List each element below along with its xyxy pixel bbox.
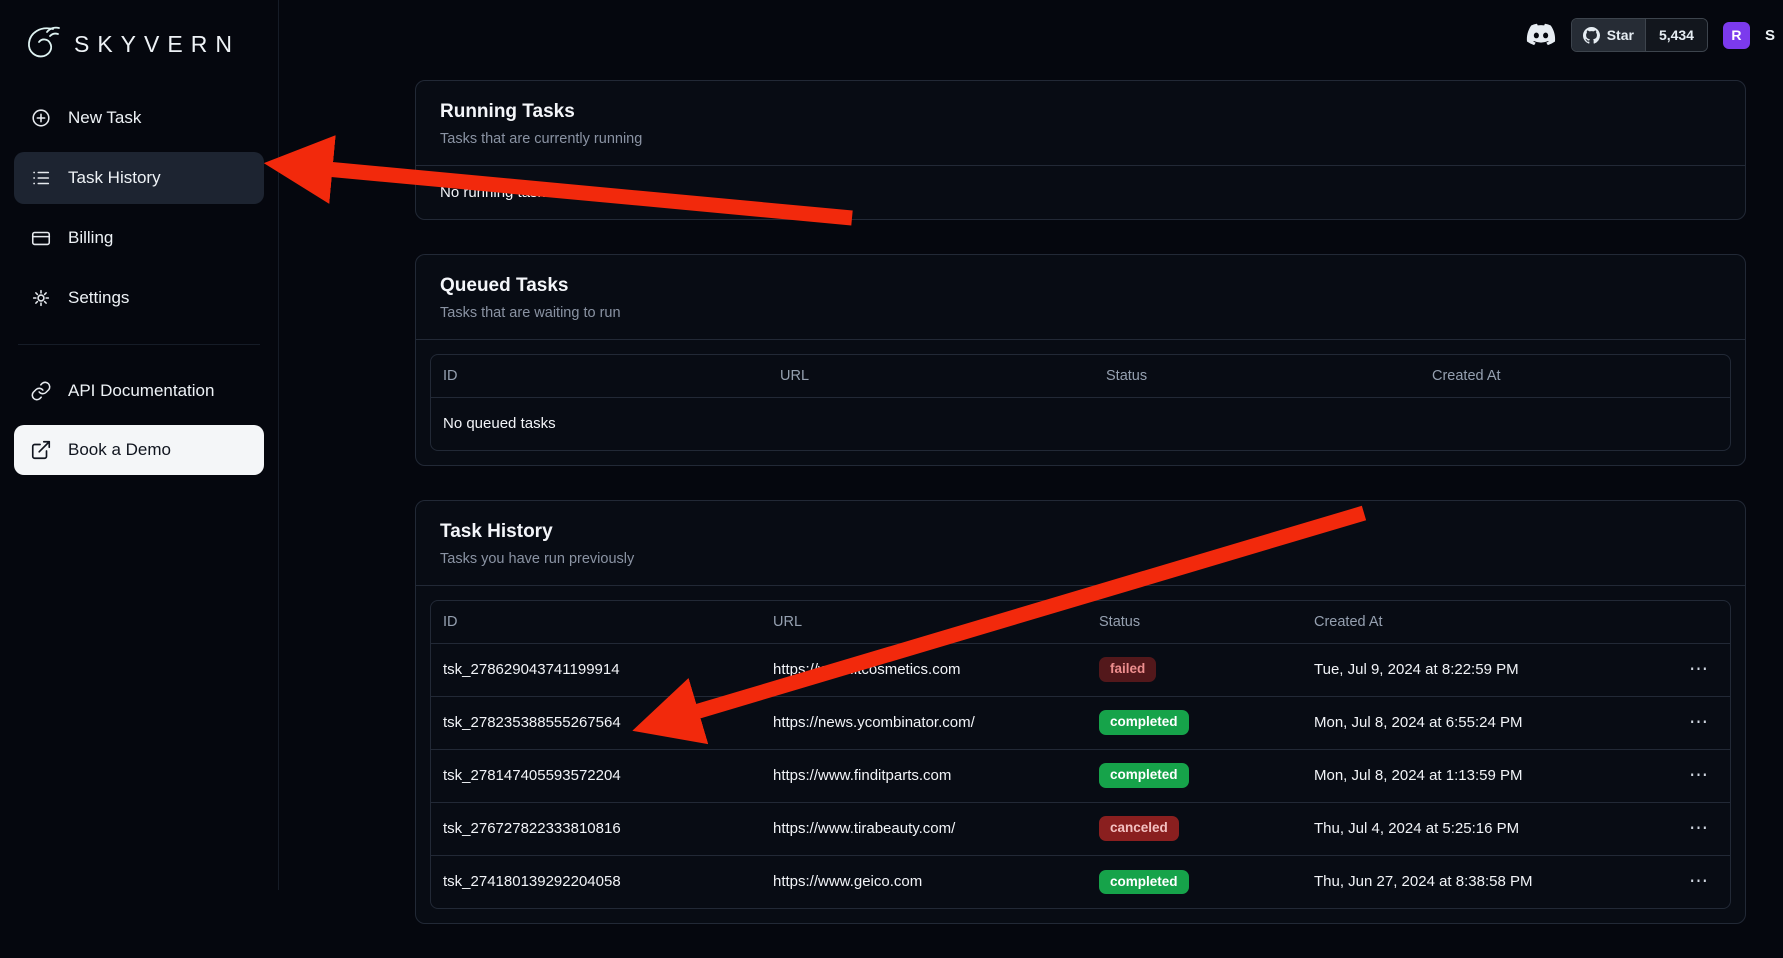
task-id: tsk_274180139292204058	[431, 855, 761, 908]
queued-tasks-header: Queued Tasks Tasks that are waiting to r…	[416, 255, 1745, 340]
sidebar-item-billing[interactable]: Billing	[14, 212, 264, 264]
section-title: Running Tasks	[440, 101, 1721, 123]
credit-card-icon	[30, 227, 52, 249]
column-header-status: Status	[1087, 601, 1302, 643]
task-url: https://www.tirabeauty.com/	[761, 802, 1087, 855]
logo[interactable]: SKYVERN	[14, 16, 264, 92]
task-url: https://news.ycombinator.com/	[761, 696, 1087, 749]
task-created-at: Tue, Jul 9, 2024 at 8:22:59 PM	[1302, 643, 1664, 696]
sidebar-divider	[18, 344, 260, 345]
table-row[interactable]: tsk_278629043741199914 https://www.itcos…	[431, 643, 1730, 696]
list-icon	[30, 167, 52, 189]
running-tasks-card: Running Tasks Tasks that are currently r…	[415, 80, 1746, 220]
status-badge: canceled	[1099, 816, 1179, 840]
discord-icon[interactable]	[1526, 23, 1556, 47]
section-title: Task History	[440, 521, 1721, 543]
row-actions-button[interactable]: ⋯	[1681, 815, 1718, 842]
column-header-actions	[1664, 601, 1730, 643]
running-tasks-empty-state: No running tasks	[416, 165, 1745, 219]
logo-text: SKYVERN	[74, 31, 240, 58]
empty-row: No queued tasks	[431, 397, 1730, 450]
column-header-status: Status	[1094, 355, 1420, 397]
task-url: https://www.geico.com	[761, 855, 1087, 908]
row-actions-button[interactable]: ⋯	[1681, 762, 1718, 789]
task-id: tsk_278629043741199914	[431, 643, 761, 696]
book-a-demo-label: Book a Demo	[68, 440, 171, 460]
task-created-at: Thu, Jul 4, 2024 at 5:25:16 PM	[1302, 802, 1664, 855]
sidebar-item-label: New Task	[68, 108, 141, 128]
gear-icon	[30, 287, 52, 309]
table-row[interactable]: tsk_278147405593572204 https://www.findi…	[431, 749, 1730, 802]
task-id: tsk_278235388555267564	[431, 696, 761, 749]
column-header-id: ID	[431, 355, 768, 397]
user-label-partial: S	[1765, 27, 1775, 44]
table-header-row: ID URL Status Created At	[431, 355, 1730, 397]
queued-tasks-card: Queued Tasks Tasks that are waiting to r…	[415, 254, 1746, 466]
section-subtitle: Tasks you have run previously	[440, 551, 1721, 567]
queued-tasks-empty-state: No queued tasks	[431, 397, 1730, 450]
github-star-label: Star	[1607, 27, 1634, 43]
book-a-demo-button[interactable]: Book a Demo	[14, 425, 264, 475]
sidebar: SKYVERN New Task Task History Billing	[0, 0, 279, 890]
task-url: https://www.finditparts.com	[761, 749, 1087, 802]
sidebar-item-task-history[interactable]: Task History	[14, 152, 264, 204]
sidebar-item-label: API Documentation	[68, 381, 214, 401]
github-star-button[interactable]: Star 5,434	[1571, 18, 1708, 52]
plus-circle-icon	[30, 107, 52, 129]
column-header-url: URL	[768, 355, 1094, 397]
task-url: https://www.itcosmetics.com	[761, 643, 1087, 696]
status-badge: completed	[1099, 763, 1189, 787]
github-icon	[1583, 27, 1600, 44]
status-badge: completed	[1099, 870, 1189, 894]
avatar[interactable]: R	[1723, 22, 1750, 49]
table-row[interactable]: tsk_274180139292204058 https://www.geico…	[431, 855, 1730, 908]
row-actions-button[interactable]: ⋯	[1681, 709, 1718, 736]
task-created-at: Mon, Jul 8, 2024 at 6:55:24 PM	[1302, 696, 1664, 749]
table-row[interactable]: tsk_276727822333810816 https://www.tirab…	[431, 802, 1730, 855]
task-created-at: Thu, Jun 27, 2024 at 8:38:58 PM	[1302, 855, 1664, 908]
column-header-id: ID	[431, 601, 761, 643]
sidebar-item-label: Settings	[68, 288, 129, 308]
skyvern-logo-icon	[20, 22, 64, 66]
main-content: Running Tasks Tasks that are currently r…	[415, 0, 1746, 958]
task-id: tsk_278147405593572204	[431, 749, 761, 802]
task-history-header: Task History Tasks you have run previous…	[416, 501, 1745, 586]
table-header-row: ID URL Status Created At	[431, 601, 1730, 643]
queued-tasks-table: ID URL Status Created At No queued tasks	[430, 354, 1731, 451]
task-history-card: Task History Tasks you have run previous…	[415, 500, 1746, 924]
running-tasks-header: Running Tasks Tasks that are currently r…	[416, 81, 1745, 165]
column-header-created-at: Created At	[1420, 355, 1730, 397]
task-created-at: Mon, Jul 8, 2024 at 1:13:59 PM	[1302, 749, 1664, 802]
sidebar-item-api-documentation[interactable]: API Documentation	[14, 365, 264, 417]
task-history-table: ID URL Status Created At tsk_27862904374…	[430, 600, 1731, 909]
sidebar-item-label: Billing	[68, 228, 113, 248]
sidebar-item-new-task[interactable]: New Task	[14, 92, 264, 144]
section-subtitle: Tasks that are currently running	[440, 131, 1721, 147]
row-actions-button[interactable]: ⋯	[1681, 656, 1718, 683]
topbar: Star 5,434 R S	[1526, 18, 1775, 52]
row-actions-button[interactable]: ⋯	[1681, 868, 1718, 895]
status-badge: failed	[1099, 657, 1156, 681]
github-star-count: 5,434	[1645, 19, 1707, 51]
section-subtitle: Tasks that are waiting to run	[440, 305, 1721, 321]
column-header-url: URL	[761, 601, 1087, 643]
column-header-created-at: Created At	[1302, 601, 1664, 643]
sidebar-item-settings[interactable]: Settings	[14, 272, 264, 324]
task-id: tsk_276727822333810816	[431, 802, 761, 855]
external-link-icon	[30, 439, 52, 461]
section-title: Queued Tasks	[440, 275, 1721, 297]
sidebar-item-label: Task History	[68, 168, 161, 188]
status-badge: completed	[1099, 710, 1189, 734]
link-icon	[30, 380, 52, 402]
table-row[interactable]: tsk_278235388555267564 https://news.ycom…	[431, 696, 1730, 749]
